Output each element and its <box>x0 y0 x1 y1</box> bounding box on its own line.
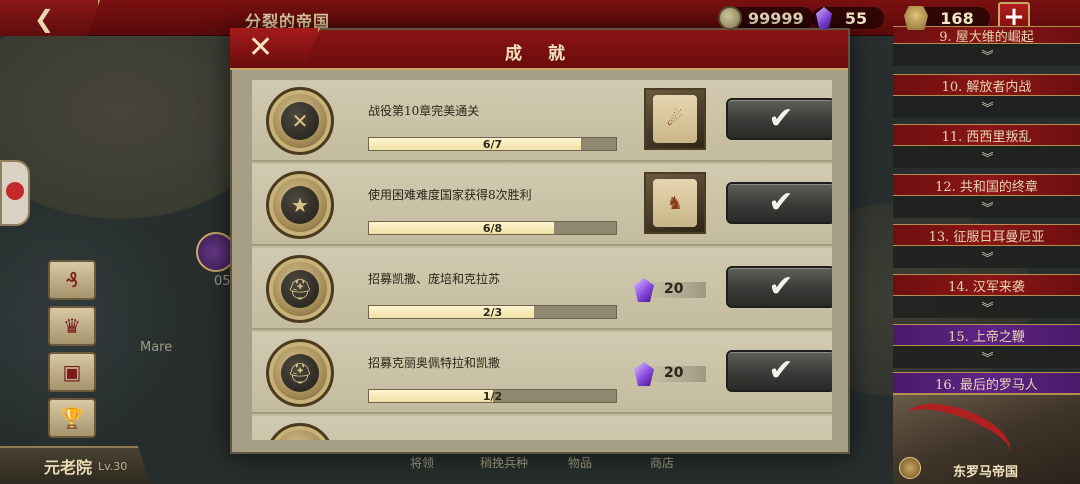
claim-button[interactable]: ✔ <box>726 182 832 224</box>
achievement-row: ⛑ 招募凯撒、庞培和克拉苏 2/3 20 ✔ <box>252 248 832 330</box>
chapter-item-10[interactable]: 10. 解放者内战 ︾ <box>893 74 1080 124</box>
scroll-reward-icon[interactable]: ♞ <box>644 172 706 234</box>
back-arrow-icon: ❮ <box>34 5 55 33</box>
achievement-progress-bar: 2/3 <box>368 305 617 319</box>
trophy-icon: 🏆 <box>59 406 85 430</box>
money-bag-icon: ₰ <box>65 268 79 292</box>
achievement-row: ⛑ 招募克丽奥佩特拉和凯撒 1/2 20 ✔ <box>252 332 832 414</box>
crossed-swords-medal-icon: ✕ <box>266 87 334 155</box>
scroll-reward-icon[interactable]: ☄ <box>644 88 706 150</box>
progress-text: 2/3 <box>482 306 503 319</box>
coin-icon <box>718 6 742 30</box>
chapter-item-15[interactable]: 15. 上帝之鞭 ︾ <box>893 324 1080 374</box>
chapter-label: 10. 解放者内战 <box>893 74 1080 96</box>
progress-text: 1/2 <box>482 390 503 403</box>
trophy-button[interactable]: 🏆 <box>48 398 96 438</box>
achievement-name: 招募克丽奥佩特拉和凯撒 <box>368 356 501 370</box>
achievement-progress-bar: 1/2 <box>368 389 617 403</box>
chapter-label: 16. 最后的罗马人 <box>893 372 1080 394</box>
nav-shop[interactable]: 商店 <box>650 454 674 471</box>
treasure-chest-button[interactable]: ▣ <box>48 352 96 392</box>
achievements-dialog: 成 就 ✕ ✕ 战役第10章完美通关 6/7 ☄ ✔ ★ 使用困难难度国家获得8… <box>230 28 850 454</box>
progress-text: 6/7 <box>482 138 503 151</box>
helmet-medal-icon: ⛑ <box>266 255 334 323</box>
chapter-label: 12. 共和国的终章 <box>893 174 1080 196</box>
gem-reward: 20 <box>634 278 706 302</box>
progress-text: 6/8 <box>482 222 503 235</box>
achievement-name: 使用困难难度国家获得8次胜利 <box>368 188 532 202</box>
chevron-down-icon: ︾ <box>893 246 1080 268</box>
empire-name: 东罗马帝国 <box>953 465 1019 480</box>
chevron-down-icon: ︾ <box>893 96 1080 118</box>
chevron-down-icon: ︾ <box>893 296 1080 318</box>
nav-units[interactable]: 稍挽兵种 <box>480 454 528 471</box>
side-drawer-tab[interactable] <box>0 160 30 226</box>
achievement-row: ★ 使用困难难度国家获得8次胜利 6/8 ♞ ✔ <box>252 164 832 246</box>
achievement-name: 战役第10章完美通关 <box>368 104 480 118</box>
region-badge-number: 05 <box>214 274 231 289</box>
dialog-title: 成 就 <box>505 44 575 64</box>
gem-counter: 55 <box>812 6 884 30</box>
chevron-down-icon: ︾ <box>893 44 1080 66</box>
checkmark-icon: ✔ <box>768 185 794 220</box>
checkmark-icon: ✔ <box>768 353 794 388</box>
chevron-down-icon: ︾ <box>893 146 1080 168</box>
senate-level: Lv.30 <box>98 459 128 473</box>
chapter-label: 14. 汉军来袭 <box>893 274 1080 296</box>
nav-generals[interactable]: 将领 <box>410 454 434 471</box>
claim-button[interactable]: ✔ <box>726 98 832 140</box>
empire-card[interactable]: 东罗马帝国 <box>893 391 1080 484</box>
back-button[interactable]: ❮ <box>0 0 100 36</box>
claim-button[interactable]: ✔ <box>726 350 832 392</box>
claim-button[interactable]: ✔ <box>726 266 832 308</box>
money-bag-button[interactable]: ₰ <box>48 260 96 300</box>
gem-reward-amount: 20 <box>664 365 684 381</box>
star-medal-icon: ★ <box>266 171 334 239</box>
treasure-chest-icon: ▣ <box>62 360 82 384</box>
gem-reward: 20 <box>634 362 706 386</box>
coin-counter: 99999 <box>718 6 814 30</box>
helmet-icon <box>904 6 928 30</box>
chapter-label: 15. 上帝之鞭 <box>893 324 1080 346</box>
gem-reward-amount: 20 <box>664 281 684 297</box>
close-icon: ✕ <box>248 30 274 65</box>
chapter-label: 13. 征服日耳曼尼亚 <box>893 224 1080 246</box>
dialog-header: 成 就 <box>232 30 848 70</box>
achievement-name: 招募凯撒、庞培和克拉苏 <box>368 272 501 286</box>
achievement-row: ✕ 战役第10章完美通关 6/7 ☄ ✔ <box>252 80 832 162</box>
chapter-item-13[interactable]: 13. 征服日耳曼尼亚 ︾ <box>893 224 1080 274</box>
chapter-item-11[interactable]: 11. 西西里叛乱 ︾ <box>893 124 1080 174</box>
helmet-medal-icon: ⛑ <box>266 339 334 407</box>
crown-icon: ♛ <box>63 314 81 338</box>
achievement-progress-bar: 6/7 <box>368 137 617 151</box>
chapter-item-14[interactable]: 14. 汉军来袭 ︾ <box>893 274 1080 324</box>
achievement-progress-bar: 6/8 <box>368 221 617 235</box>
map-label-sea: Mare <box>140 340 173 355</box>
chevron-down-icon: ︾ <box>893 346 1080 368</box>
chapter-label: 11. 西西里叛乱 <box>893 124 1080 146</box>
chapter-item-16[interactable]: 16. 最后的罗马人 <box>893 372 1080 394</box>
nav-items[interactable]: 物品 <box>568 454 592 471</box>
achievement-row-partial <box>252 416 832 440</box>
checkmark-icon: ✔ <box>768 269 794 304</box>
medal-icon <box>266 423 334 440</box>
chevron-down-icon: ︾ <box>893 196 1080 218</box>
chapter-item-12[interactable]: 12. 共和国的终章 ︾ <box>893 174 1080 224</box>
checkmark-icon: ✔ <box>768 101 794 136</box>
senate-button[interactable]: 元老院 Lv.30 <box>0 446 150 484</box>
chapter-item-9[interactable]: 9. 屋大维的崛起 ︾ <box>893 26 1080 76</box>
chapter-list: 9. 屋大维的崛起 ︾ 10. 解放者内战 ︾ 11. 西西里叛乱 ︾ 12. … <box>893 26 1080 484</box>
crown-button[interactable]: ♛ <box>48 306 96 346</box>
senate-name: 元老院 <box>44 458 93 477</box>
achievement-list[interactable]: ✕ 战役第10章完美通关 6/7 ☄ ✔ ★ 使用困难难度国家获得8次胜利 6/… <box>252 80 832 440</box>
empire-emblem-icon <box>899 457 921 479</box>
